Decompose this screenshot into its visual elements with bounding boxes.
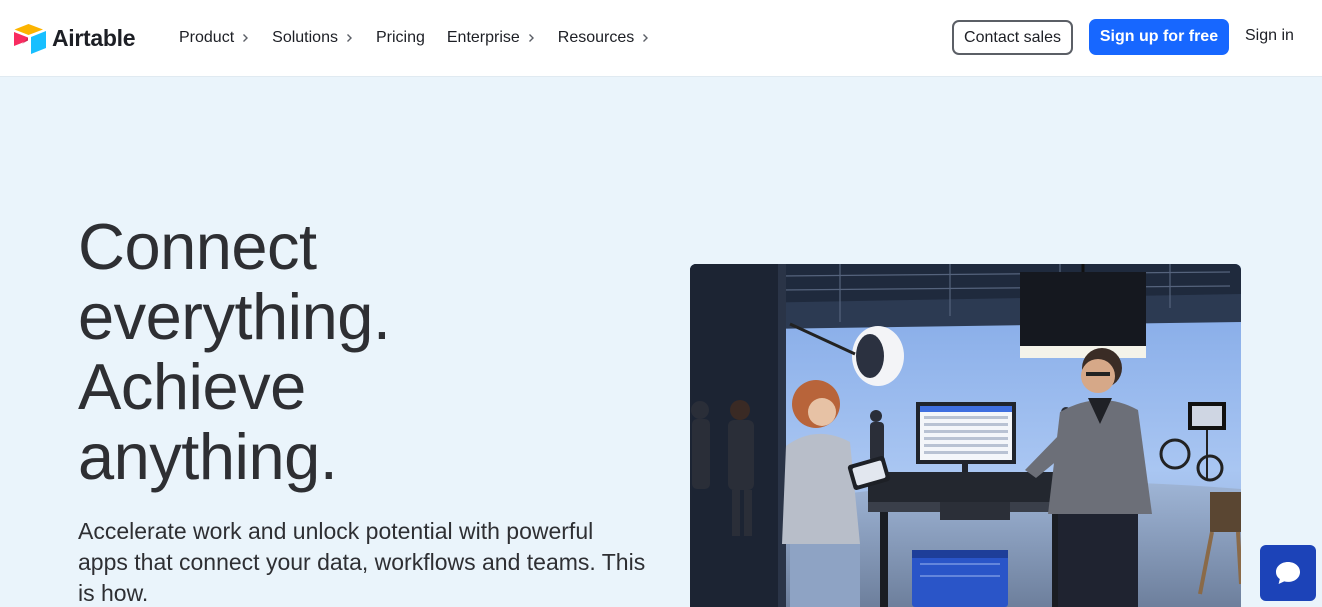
sign-up-button[interactable]: Sign up for free	[1089, 19, 1229, 55]
airtable-logo[interactable]: Airtable	[12, 22, 136, 54]
nav-item-solutions[interactable]: Solutions	[272, 26, 354, 50]
nav-item-label: Enterprise	[446, 29, 520, 46]
chevron-right-icon	[346, 34, 352, 42]
hero-title-line: anything.	[78, 420, 338, 493]
nav-item-pricing[interactable]: Pricing	[376, 26, 425, 50]
main-nav: Product Solutions Pricing Enterprise Res…	[179, 26, 672, 50]
studio-scene-illustration	[690, 264, 1241, 607]
nav-item-resources[interactable]: Resources	[558, 26, 650, 50]
nav-item-label: Product	[179, 29, 235, 46]
chevron-right-icon	[243, 34, 249, 42]
chevron-right-icon	[643, 34, 649, 42]
chat-support-button[interactable]	[1260, 545, 1316, 601]
sign-in-link[interactable]: Sign in	[1245, 27, 1294, 45]
hero-title-line: Connect	[78, 210, 317, 283]
chevron-right-icon	[528, 34, 534, 42]
hero-photo	[690, 264, 1241, 607]
hero-title-line: Achieve	[78, 350, 306, 423]
hero-title: Connect everything. Achieve anything.	[78, 212, 598, 492]
brand-name: Airtable	[52, 24, 136, 51]
nav-item-label: Solutions	[272, 29, 338, 46]
nav-item-label: Pricing	[375, 29, 425, 46]
airtable-logo-icon	[14, 24, 46, 54]
chat-bubble-icon	[1276, 562, 1300, 584]
hero-title-line: everything.	[78, 280, 391, 353]
nav-item-label: Resources	[557, 29, 635, 46]
contact-sales-button[interactable]: Contact sales	[952, 20, 1073, 55]
nav-item-product[interactable]: Product	[179, 26, 250, 50]
nav-item-enterprise[interactable]: Enterprise	[447, 26, 536, 50]
site-header: Airtable Product Solutions Pricing Enter…	[0, 0, 1322, 76]
hero-subtitle: Accelerate work and unlock potential wit…	[78, 518, 646, 606]
